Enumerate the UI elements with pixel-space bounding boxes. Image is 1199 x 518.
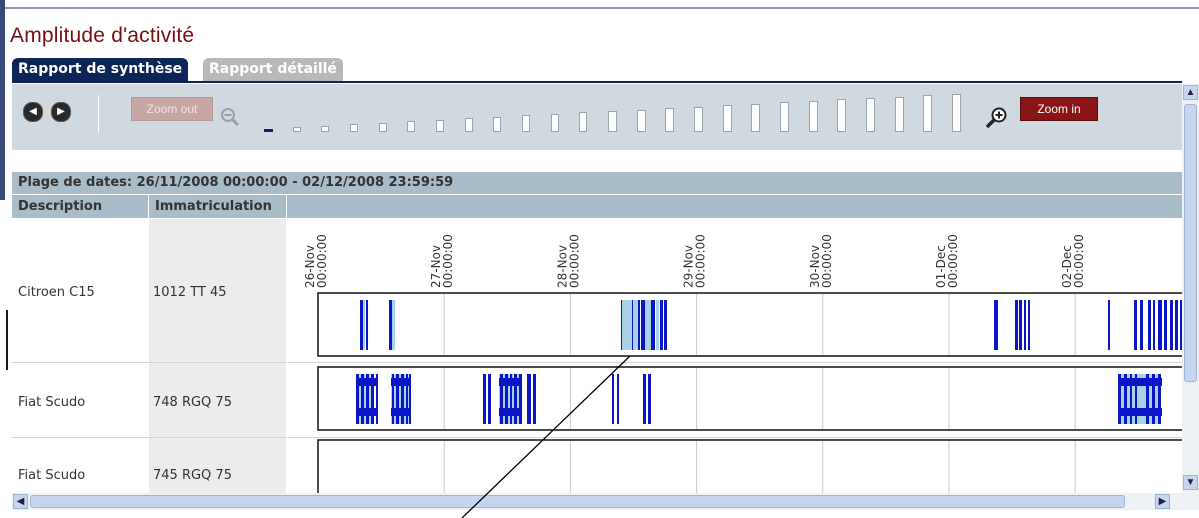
activity-bar <box>1019 300 1022 350</box>
activity-bar <box>376 374 378 424</box>
activity-bar <box>363 300 365 350</box>
tick-time: 00:00:00 <box>567 234 581 288</box>
timeline-tick-label: 26-Nov00:00:00 <box>303 234 329 288</box>
activity-band <box>356 378 376 386</box>
activity-bar <box>366 300 368 350</box>
tick-time: 00:00:00 <box>820 234 834 288</box>
timeline-tick-label: 30-Nov00:00:00 <box>808 234 834 288</box>
activity-bar <box>643 374 646 424</box>
tick-time: 00:00:00 <box>441 234 455 288</box>
activity-bar <box>533 374 536 424</box>
vertical-scroll-thumb[interactable] <box>1184 104 1197 382</box>
activity-band <box>1118 408 1162 416</box>
activity-bar <box>612 374 614 424</box>
activity-bar <box>634 300 638 350</box>
activity-bar <box>660 300 663 350</box>
activity-band <box>499 408 521 416</box>
activity-bar <box>664 300 667 350</box>
activity-bar <box>994 300 998 350</box>
scroll-up-arrow[interactable]: ▲ <box>1183 85 1198 100</box>
activity-band <box>391 408 411 416</box>
tick-time: 00:00:00 <box>315 234 329 288</box>
activity-band <box>391 378 411 386</box>
activity-bar <box>648 374 651 424</box>
activity-bar <box>1140 300 1143 350</box>
activity-bar <box>1028 300 1030 350</box>
activity-bar <box>1108 300 1110 350</box>
activity-bar <box>488 374 491 424</box>
timeline-chart: 26-Nov00:00:00 27-Nov00:00:00 28-Nov00:00:… <box>303 234 1199 501</box>
activity-bar <box>651 300 655 350</box>
activity-bar <box>1153 300 1155 350</box>
activity-bar <box>483 374 486 424</box>
timeline-tick-label: 27-Nov00:00:00 <box>429 234 455 288</box>
scroll-right-arrow[interactable]: ▶ <box>1155 494 1170 509</box>
activity-bar <box>360 300 363 350</box>
activity-bar <box>1175 300 1178 350</box>
activity-bar <box>1164 300 1167 350</box>
activity-band <box>499 378 521 386</box>
activity-bar <box>1015 300 1018 350</box>
scroll-left-arrow[interactable]: ◀ <box>13 494 28 509</box>
row-1-timeline-frame <box>317 292 1199 357</box>
timeline-tick-label: 29-Nov00:00:00 <box>682 234 708 288</box>
timeline-tick-label: 01-Dec00:00:00 <box>934 234 960 288</box>
activity-bar <box>1024 300 1026 350</box>
activity-bar <box>1134 300 1137 350</box>
activity-bar <box>1158 300 1162 350</box>
timeline-tick-label: 28-Nov00:00:00 <box>555 234 581 288</box>
activity-bar <box>527 374 531 424</box>
activity-band <box>1118 378 1162 386</box>
tick-time: 00:00:00 <box>946 234 960 288</box>
tick-time: 00:00:00 <box>1072 234 1086 288</box>
activity-bar <box>617 374 619 424</box>
row-2-timeline-frame <box>317 366 1199 431</box>
horizontal-scroll-thumb[interactable] <box>30 495 1125 508</box>
timeline-tick-label: 02-Dec00:00:00 <box>1060 234 1086 288</box>
row-3-timeline-frame <box>317 439 1199 501</box>
activity-bar <box>645 300 651 350</box>
activity-bar <box>1148 300 1151 350</box>
activity-bar <box>389 300 392 350</box>
activity-bar <box>641 300 645 350</box>
tick-time: 00:00:00 <box>694 234 708 288</box>
activity-bar <box>656 300 659 350</box>
activity-bar <box>622 300 632 350</box>
activity-bar <box>1170 300 1173 350</box>
activity-band <box>356 408 376 416</box>
scroll-down-arrow[interactable]: ▼ <box>1183 475 1198 490</box>
